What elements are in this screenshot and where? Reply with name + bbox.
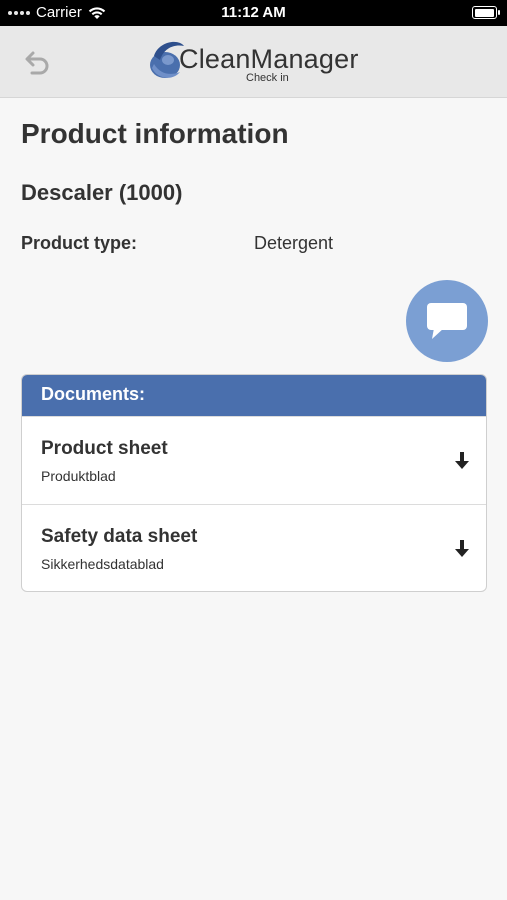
download-arrow-icon[interactable] — [454, 451, 470, 471]
battery-icon — [472, 6, 500, 19]
document-title: Product sheet — [41, 438, 168, 459]
back-button[interactable] — [20, 46, 54, 80]
download-arrow-icon[interactable] — [454, 539, 470, 559]
status-bar: Carrier 11:12 AM — [0, 0, 507, 26]
document-item-product-sheet[interactable]: Product sheet Produktblad — [22, 416, 486, 504]
document-subtitle: Produktblad — [41, 468, 116, 484]
product-type-value: Detergent — [254, 233, 334, 253]
product-name: Descaler (1000) — [21, 180, 183, 205]
chat-bubble-icon — [427, 303, 467, 339]
app-header: CleanManager Check in — [0, 26, 507, 98]
document-item-safety-data-sheet[interactable]: Safety data sheet Sikkerhedsdatablad — [22, 504, 486, 591]
logo-subtitle: Check in — [246, 72, 289, 84]
product-type-label: Product type: — [21, 233, 138, 253]
logo-text: CleanManager — [179, 44, 359, 74]
status-time: 11:12 AM — [221, 4, 286, 21]
document-title: Safety data sheet — [41, 526, 198, 547]
chat-button[interactable] — [406, 280, 488, 362]
page-title: Product information — [21, 118, 289, 149]
document-subtitle: Sikkerhedsdatablad — [41, 556, 164, 572]
undo-arrow-icon — [25, 51, 49, 75]
documents-header: Documents: — [22, 375, 486, 416]
app-logo: CleanManager Check in — [148, 36, 368, 90]
documents-panel: Documents: Product sheet Produktblad Saf… — [21, 374, 487, 592]
